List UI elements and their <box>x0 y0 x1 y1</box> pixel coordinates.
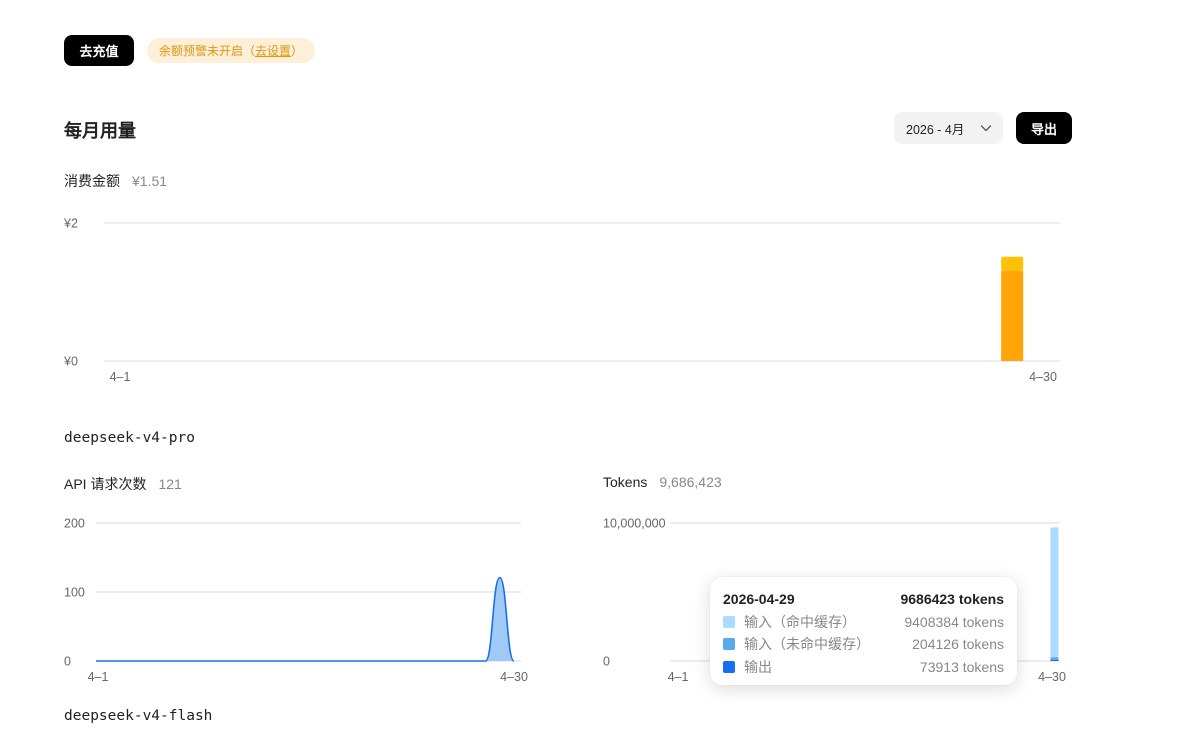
usage-page: 去充值 余额预警未开启（ 去设置） 每月用量 2026 - 4月 导出 消费金额 ¥… <box>0 0 1200 734</box>
tooltip-row-label: 输入（命中缓存） <box>744 613 856 630</box>
requests-line <box>96 576 515 662</box>
tokens-bar-segment <box>1050 657 1059 660</box>
export-button[interactable]: 导出 <box>1016 112 1072 144</box>
cost-metric: 消费金额 ¥1.51 <box>64 171 167 191</box>
requests-value: 121 <box>158 476 182 492</box>
tooltip-header: 2026-04-29 9686423 tokens <box>723 588 1004 611</box>
tooltip-row-value: 73913 tokens <box>919 658 1004 675</box>
chevron-down-icon <box>980 125 992 132</box>
tokens-chart: 0 10,000,000 4–1 4–30 <box>603 517 1066 685</box>
tooltip-row-output: 输出 73913 tokens <box>723 656 1004 679</box>
requests-x-tick-label: 4–1 <box>88 670 109 684</box>
cost-value: ¥1.51 <box>132 173 168 189</box>
legend-swatch <box>723 615 735 628</box>
tokens-y-tick-label: 10,000,000 <box>603 517 666 531</box>
requests-chart: 0 100 200 4–1 4–30 <box>64 517 528 685</box>
alert-settings-link[interactable]: 去设置 <box>255 42 291 59</box>
tokens-tooltip: 2026-04-29 9686423 tokens 输入（命中缓存） 94083… <box>710 577 1017 685</box>
model-name-pro: deepseek-v4-pro <box>64 430 195 446</box>
legend-swatch <box>723 638 735 651</box>
tooltip-total: 9686423 tokens <box>900 591 1004 608</box>
requests-y-tick-label: 200 <box>64 517 85 531</box>
cost-label: 消费金额 <box>64 173 120 189</box>
tooltip-row-value: 204126 tokens <box>912 636 1004 653</box>
requests-area <box>96 577 514 661</box>
cost-x-tick-label: 4–1 <box>110 370 131 384</box>
cost-bar-segment <box>1001 256 1024 271</box>
tokens-bar-segment <box>1050 527 1059 658</box>
month-select-value: 2026 - 4月 <box>906 122 965 137</box>
tooltip-row-value: 9408384 tokens <box>904 613 1004 630</box>
tokens-metric: Tokens 9,686,423 <box>603 474 722 490</box>
cost-x-tick-label: 4–30 <box>1029 370 1057 384</box>
balance-alert-badge: 余额预警未开启（ 去设置） <box>147 38 316 63</box>
tooltip-row-label: 输入（未命中缓存） <box>744 636 870 653</box>
tooltip-row-cache-hit: 输入（命中缓存） 9408384 tokens <box>723 611 1004 634</box>
requests-x-tick-label: 4–30 <box>500 670 528 684</box>
tokens-x-tick-label: 4–1 <box>668 670 689 684</box>
tokens-label: Tokens <box>603 474 648 490</box>
cost-y-tick-label: ¥0 <box>63 355 78 369</box>
model-name-flash: deepseek-v4-flash <box>64 708 213 724</box>
tokens-y-tick-label: 0 <box>603 655 610 669</box>
tokens-x-tick-label: 4–30 <box>1038 670 1066 684</box>
cost-y-tick-label: ¥2 <box>63 217 78 231</box>
page-title: 每月用量 <box>64 121 136 141</box>
alert-suffix: ） <box>291 44 304 58</box>
requests-label: API 请求次数 <box>64 476 147 492</box>
cost-bar-segment <box>1001 270 1024 361</box>
tokens-value: 9,686,423 <box>659 474 722 490</box>
alert-text: 余额预警未开启（ <box>159 44 256 58</box>
tooltip-date: 2026-04-29 <box>723 591 795 608</box>
cost-chart: ¥0 ¥2 4–1 4–30 <box>63 217 1060 384</box>
requests-metric: API 请求次数 121 <box>64 474 182 494</box>
requests-y-tick-label: 0 <box>64 655 71 669</box>
tokens-bar-segment <box>1050 659 1059 661</box>
tooltip-row-cache-miss: 输入（未命中缓存） 204126 tokens <box>723 633 1004 656</box>
tooltip-row-label: 输出 <box>744 658 772 675</box>
requests-y-tick-label: 100 <box>64 586 85 600</box>
month-select[interactable]: 2026 - 4月 <box>894 112 1003 144</box>
legend-swatch <box>723 660 735 673</box>
recharge-button[interactable]: 去充值 <box>64 35 134 66</box>
